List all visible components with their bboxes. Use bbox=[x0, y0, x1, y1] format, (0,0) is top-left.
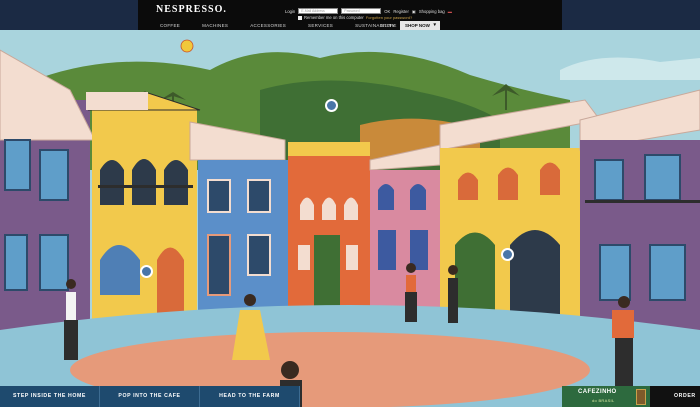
scene-nav: STEP INSIDE THE HOME POP INTO THE CAFE H… bbox=[0, 386, 300, 407]
order-button[interactable]: ORDER bbox=[650, 386, 700, 407]
remember-row: Remember me on this computer Forgotten y… bbox=[298, 15, 412, 20]
pop-into-cafe-button[interactable]: POP INTO THE CAFE bbox=[100, 386, 200, 407]
head-to-farm-button[interactable]: HEAD TO THE FARM bbox=[200, 386, 300, 407]
promo-title: CAFEZINHO bbox=[578, 389, 617, 395]
step-inside-home-button[interactable]: STEP INSIDE THE HOME bbox=[0, 386, 100, 407]
shop-now-button[interactable]: SHOP NOW ▾ bbox=[400, 21, 440, 30]
login-label: Login bbox=[285, 8, 296, 14]
capsule-sleeve-icon bbox=[636, 389, 646, 405]
hotspot-home[interactable] bbox=[140, 265, 153, 278]
chevron-down-icon: ▾ bbox=[433, 22, 436, 28]
hotspot-farm[interactable] bbox=[325, 99, 338, 112]
flag-icon[interactable]: ▬ bbox=[448, 9, 452, 14]
password-field[interactable]: Password bbox=[341, 8, 382, 14]
brazil-town-illustration bbox=[0, 30, 700, 407]
nav-accessories[interactable]: ACCESSORIES bbox=[250, 22, 286, 30]
email-field[interactable]: E-Mail Address bbox=[298, 8, 339, 14]
promo-subtitle: do BRASIL bbox=[592, 398, 615, 403]
forgot-password-link[interactable]: Forgotten your password? bbox=[366, 15, 412, 20]
shopping-bag-link[interactable]: Shopping bag bbox=[419, 9, 445, 14]
cafezinho-promo[interactable]: CAFEZINHO do BRASIL bbox=[562, 386, 650, 407]
bag-icon[interactable]: ▣ bbox=[412, 9, 416, 14]
login-row: Login E-Mail Address Password OK Registe… bbox=[285, 8, 452, 14]
remember-checkbox[interactable] bbox=[298, 15, 302, 20]
nav-machines[interactable]: MACHINES bbox=[202, 22, 228, 30]
store-link[interactable]: STORE bbox=[381, 23, 396, 28]
sun-icon bbox=[180, 39, 194, 53]
register-link[interactable]: Register bbox=[393, 9, 409, 14]
nespresso-logo[interactable]: NESPRESSO. bbox=[156, 4, 227, 15]
shop-now-label: SHOP NOW bbox=[405, 23, 430, 28]
hotspot-cafe[interactable] bbox=[501, 248, 514, 261]
remember-label: Remember me on this computer bbox=[304, 15, 364, 20]
nav-coffee[interactable]: COFFEE bbox=[160, 22, 180, 30]
ok-button[interactable]: OK bbox=[384, 9, 390, 14]
nav-services[interactable]: SERVICES bbox=[308, 22, 333, 30]
